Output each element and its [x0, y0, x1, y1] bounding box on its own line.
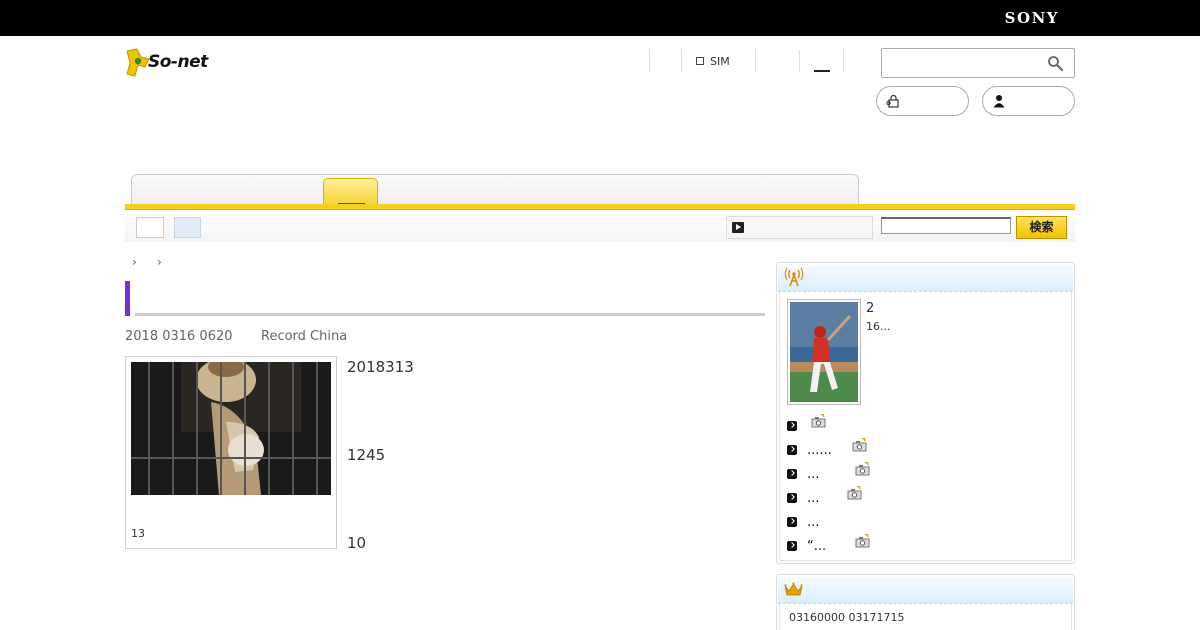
- site-search-input[interactable]: [881, 217, 1011, 234]
- chevron-right-icon: [787, 493, 797, 503]
- window-icon: [696, 57, 704, 65]
- header-link-underline: [814, 70, 830, 72]
- header-link-4[interactable]: [799, 50, 844, 72]
- article-paragraph: 10: [347, 534, 367, 552]
- search-icon[interactable]: [1047, 55, 1063, 71]
- lock-icon: [886, 94, 899, 108]
- font-size-large-button[interactable]: [174, 217, 201, 238]
- site-search-button[interactable]: 検索: [1016, 216, 1067, 239]
- ranking-date-range: 03160000 03171715: [789, 611, 905, 624]
- chevron-right-icon: ›: [157, 255, 162, 269]
- user-icon: [993, 95, 1005, 108]
- article-title-marker: [125, 281, 130, 316]
- list-item[interactable]: ...: [787, 515, 1067, 530]
- chevron-right-icon: [787, 541, 797, 551]
- featured-thumbnail[interactable]: [790, 302, 858, 402]
- chevron-right-icon: [787, 445, 797, 455]
- camera-icon: [855, 534, 870, 548]
- camera-icon: [855, 462, 870, 476]
- play-icon: [732, 222, 744, 233]
- header-link-3[interactable]: [755, 50, 799, 72]
- antenna-icon: [784, 267, 804, 287]
- list-item[interactable]: ......: [787, 438, 1067, 458]
- camera-icon: [852, 438, 867, 452]
- chevron-right-icon: [787, 421, 797, 431]
- list-item[interactable]: “...: [787, 534, 1067, 554]
- font-size-small-button[interactable]: [136, 217, 164, 238]
- header-link-1[interactable]: [649, 50, 681, 72]
- article-photo[interactable]: [131, 362, 331, 495]
- camera-icon: [811, 414, 826, 428]
- article-title-rule: [135, 313, 765, 316]
- search-input[interactable]: [881, 48, 1075, 78]
- list-item[interactable]: ...: [787, 486, 1067, 506]
- login-button[interactable]: [876, 86, 969, 116]
- camera-icon: [847, 486, 862, 500]
- sonet-logo[interactable]: So-net: [125, 48, 225, 78]
- sim-label: SIM: [710, 55, 730, 68]
- article-date: 2018 0316 0620: [125, 329, 233, 344]
- article-paragraph: 2018313: [347, 358, 414, 376]
- chevron-right-icon: [787, 469, 797, 479]
- crown-icon: [784, 582, 803, 596]
- chevron-right-icon: [787, 517, 797, 527]
- featured-subtitle: 16...: [866, 320, 891, 333]
- sonet-logo-text: So-net: [148, 52, 208, 72]
- category-select[interactable]: [726, 216, 873, 239]
- sony-logo[interactable]: SONY: [1005, 9, 1059, 27]
- news-item-text: “...: [807, 539, 827, 554]
- news-item-text: ...: [807, 491, 820, 506]
- sidebar-ranking-header: [778, 577, 1073, 604]
- sidebar-news-header: [778, 265, 1073, 292]
- chevron-right-icon: ›: [132, 255, 137, 269]
- article-paragraph: 1245: [347, 446, 386, 464]
- list-item[interactable]: ...: [787, 462, 1067, 482]
- mypage-button[interactable]: [982, 86, 1075, 116]
- tab-active[interactable]: [323, 178, 378, 206]
- featured-title[interactable]: 2: [866, 301, 874, 316]
- header-link-sim[interactable]: SIM: [681, 50, 755, 72]
- news-item-text: ...: [807, 515, 820, 530]
- category-tab-bar: [131, 174, 859, 206]
- list-item[interactable]: [787, 414, 1067, 433]
- article-source[interactable]: Record China: [261, 329, 347, 344]
- news-item-text: ......: [807, 443, 832, 458]
- news-item-text: ...: [807, 467, 820, 482]
- photo-caption: 13: [131, 527, 145, 540]
